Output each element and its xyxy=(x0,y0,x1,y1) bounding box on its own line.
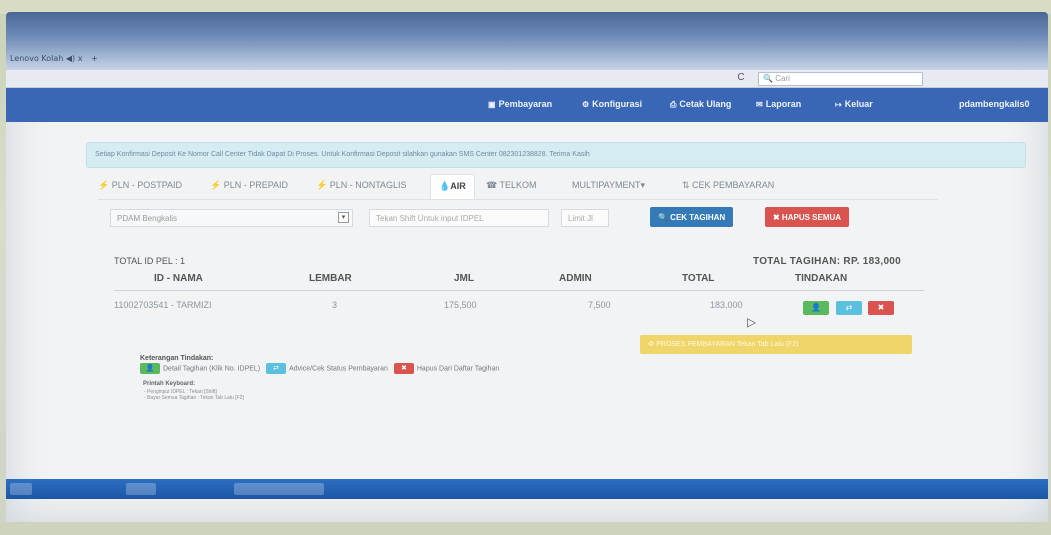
browser-titlebar: Lenovo Kolah ◀) x + xyxy=(6,12,1048,70)
taskbar-app[interactable] xyxy=(126,483,156,495)
browser-tab-label: Lenovo Kolah xyxy=(10,54,64,63)
keyboard-line-2: - Bayar Semua Tagihan : Tekan Tab Lalu [… xyxy=(144,395,244,401)
total-tagihan: TOTAL TAGIHAN: RP. 183,000 xyxy=(753,256,902,267)
nav-cetak-ulang[interactable]: ⎙ Cetak Ulang xyxy=(670,99,731,110)
nav-konfigurasi-label: Konfigurasi xyxy=(592,99,643,109)
cell-lembar: 3 xyxy=(332,300,338,310)
tab-multipayment[interactable]: MULTIPAYMENT▾ xyxy=(572,180,645,191)
search-placeholder: Cari xyxy=(775,74,790,83)
nav-pembayaran-label: Pembayaran xyxy=(498,99,553,109)
print-icon: ⎙ xyxy=(670,100,677,109)
taskbar-app[interactable] xyxy=(234,483,324,495)
column-header-jml: JML xyxy=(454,273,474,284)
tab-pln-nontaglis[interactable]: ⚡ PLN - NONTAGLIS xyxy=(316,180,407,191)
keyboard-title: Printah Keyboard: xyxy=(143,381,196,387)
service-tabs: ⚡ PLN - POSTPAID ⚡ PLN - PREPAID ⚡ PLN -… xyxy=(98,174,938,200)
column-header-id-nama: ID - NAMA xyxy=(154,273,203,284)
tab-pln-postpaid[interactable]: ⚡ PLN - POSTPAID xyxy=(98,180,182,191)
remove-button[interactable]: ✖ xyxy=(868,301,894,315)
cell-jml: 175,500 xyxy=(444,300,477,310)
speaker-icon: ◀) xyxy=(65,54,76,63)
close-icon: ✖ xyxy=(393,363,414,374)
nav-pembayaran[interactable]: ▣ Pembayaran xyxy=(488,99,552,109)
mouse-cursor-icon: ▷ xyxy=(747,315,757,329)
chevron-down-icon[interactable]: ▾ xyxy=(338,212,349,223)
new-tab-button[interactable]: + xyxy=(91,54,98,63)
cell-id-nama[interactable]: 11002703541 - TARMIZI xyxy=(114,300,212,310)
tab-telkom[interactable]: ☎ TELKOM xyxy=(486,180,537,191)
idpel-input[interactable]: Tekan Shift Untuk input IDPEL xyxy=(369,209,549,227)
browser-toolbar: C 🔍 Cari xyxy=(6,70,1048,88)
payment-icon: ▣ xyxy=(488,100,496,109)
browser-search-input[interactable]: 🔍 Cari xyxy=(758,72,923,86)
table-header-divider xyxy=(114,290,924,291)
close-icon[interactable]: x xyxy=(78,54,83,63)
limit-input[interactable]: Limit Jl xyxy=(561,209,609,227)
info-alert: Setiap Konfirmasi Deposit Ke Nomor Call … xyxy=(86,142,1026,168)
tab-cek-pembayaran[interactable]: ⇅ CEK PEMBAYARAN xyxy=(682,180,774,191)
gear-icon: ⚙ xyxy=(582,100,590,109)
cell-total: 183,000 xyxy=(710,300,743,310)
nav-laporan[interactable]: ✉ Laporan xyxy=(756,99,801,109)
keterangan-legend: 👤 Detail Tagihan (Klik No. IDPEL) ⇄ Advice… xyxy=(140,363,499,374)
tab-pln-prepaid[interactable]: ⚡ PLN - PREPAID xyxy=(210,180,288,191)
nav-cetak-ulang-label: Cetak Ulang xyxy=(679,99,732,109)
nav-keluar-label: Keluar xyxy=(844,99,873,109)
browser-tab[interactable]: Lenovo Kolah ◀) x + xyxy=(6,50,126,70)
user-menu[interactable]: pdambengkalis0 xyxy=(959,99,1030,109)
envelope-icon: ✉ xyxy=(756,100,763,109)
column-header-total: TOTAL xyxy=(682,273,715,284)
logout-icon: ↦ xyxy=(835,100,842,109)
legend-detail: Detail Tagihan (Klik No. IDPEL) xyxy=(163,365,261,373)
total-idpel: TOTAL ID PEL : 1 xyxy=(114,256,186,266)
cell-admin: 7,500 xyxy=(588,300,611,310)
column-header-admin: ADMIN xyxy=(559,273,592,284)
top-navbar: ▣ Pembayaran ⚙ Konfigurasi ⎙ Cetak Ulang ✉ L… xyxy=(6,88,1048,122)
keterangan-title: Keterangan Tindakan: xyxy=(140,355,214,362)
background-desk xyxy=(0,522,1051,535)
reload-button[interactable]: C xyxy=(733,72,749,86)
os-taskbar xyxy=(6,479,1048,499)
legend-advice: Advice/Cek Status Pembayaran xyxy=(289,365,388,373)
proses-pembayaran-button[interactable]: ♻ PROSES PEMBAYARAN Tekan Tab Lalu (F2) xyxy=(640,335,912,354)
cek-tagihan-button[interactable]: 🔍 CEK TAGIHAN xyxy=(650,207,734,227)
user-icon: 👤 xyxy=(140,363,160,374)
hapus-semua-button[interactable]: ✖ HAPUS SEMUA xyxy=(765,207,850,227)
start-button[interactable] xyxy=(10,483,32,495)
pdam-select-value: PDAM Bengkalis xyxy=(117,214,178,223)
nav-laporan-label: Laporan xyxy=(765,99,802,109)
tab-divider xyxy=(98,199,938,200)
monitor-screen: Lenovo Kolah ◀) x + C 🔍 Cari ▣ Pembayaran… xyxy=(6,12,1048,522)
tab-air[interactable]: 💧AIR xyxy=(430,174,475,200)
detail-button[interactable]: 👤 xyxy=(803,301,829,315)
nav-konfigurasi[interactable]: ⚙ Konfigurasi xyxy=(582,99,642,109)
advice-button[interactable]: ⇄ xyxy=(836,301,862,315)
legend-hapus: Hapus Dari Daftar Tagihan xyxy=(416,365,500,373)
pdam-select[interactable]: PDAM Bengkalis ▾ xyxy=(110,209,353,227)
refresh-icon: ⇄ xyxy=(266,363,287,374)
column-header-tindakan: TINDAKAN xyxy=(795,273,848,284)
column-header-lembar: LEMBAR xyxy=(309,273,352,284)
nav-keluar[interactable]: ↦ Keluar xyxy=(835,99,873,109)
